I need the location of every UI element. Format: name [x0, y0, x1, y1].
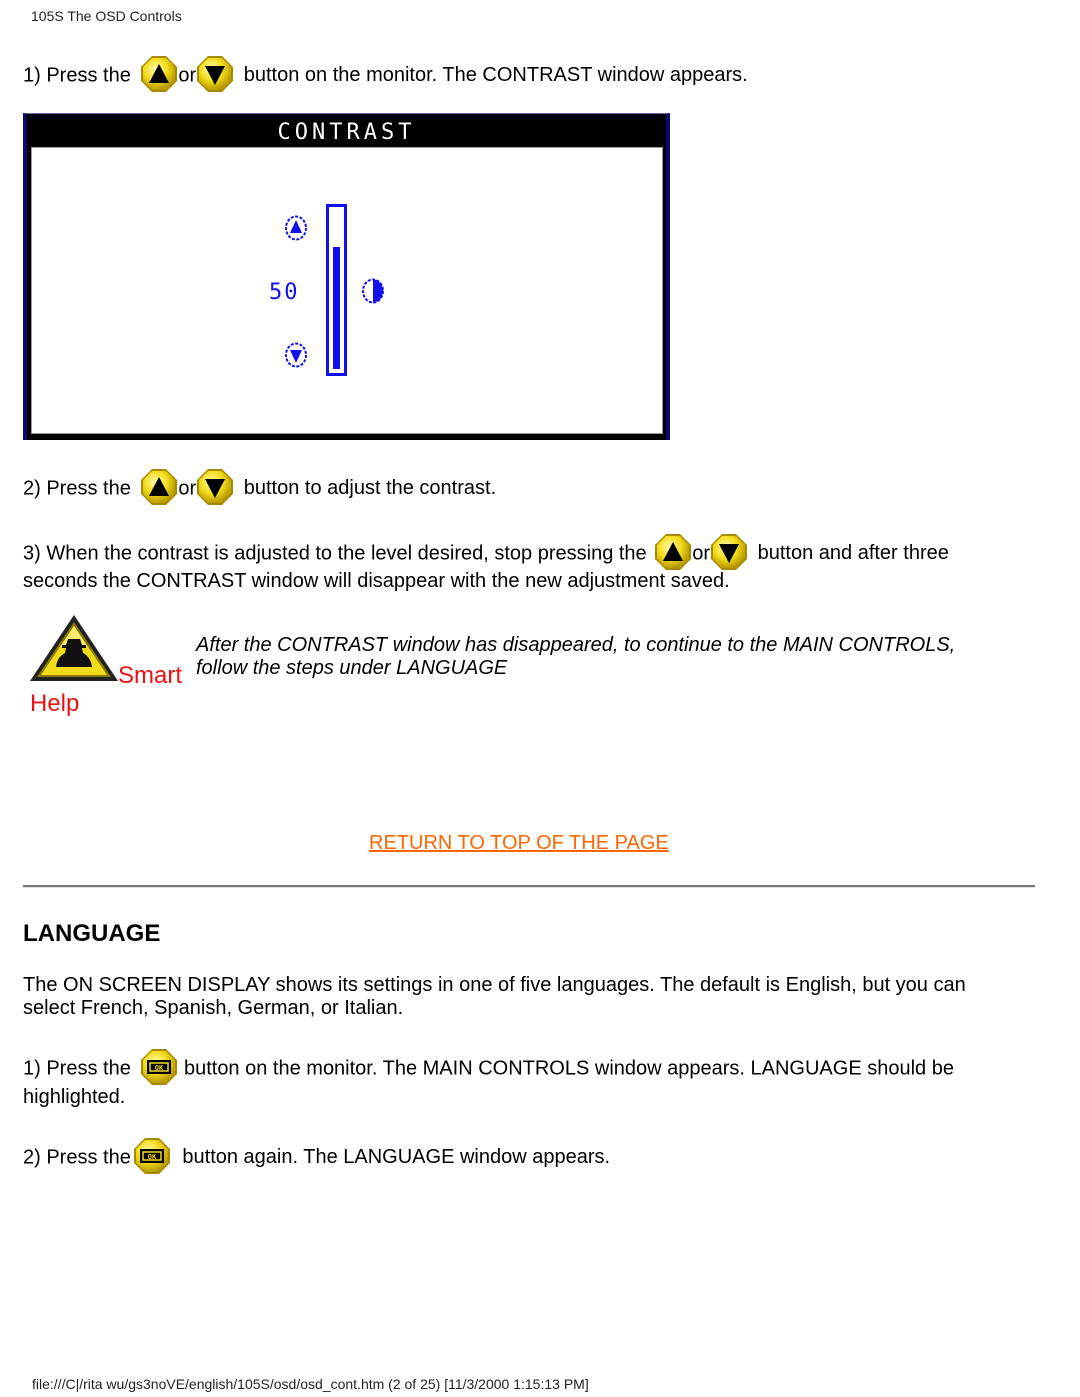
- osd-contrast-value: 50: [269, 280, 300, 305]
- step-text: button on the monitor. The CONTRAST wind…: [243, 64, 748, 87]
- step-text: button again. The LANGUAGE window appear…: [182, 1146, 611, 1169]
- osd-contrast-window: CONTRAST 50: [23, 113, 670, 440]
- page-header-title: 105S The OSD Controls: [31, 8, 182, 24]
- note-line: After the CONTRAST window has disappeare…: [196, 634, 956, 656]
- step-text: 3) When the contrast is adjusted to the …: [23, 542, 647, 565]
- page-footer-path: file:///C|/rita wu/gs3noVE/english/105S/…: [32, 1376, 589, 1392]
- smart-help-label-help: Help: [30, 690, 80, 717]
- up-arrow-button-icon: [140, 468, 178, 506]
- intro-line: select French, Spanish, German, or Itali…: [23, 997, 404, 1019]
- osd-window-title: CONTRAST: [277, 120, 416, 145]
- step-text: 2) Press the: [23, 1146, 131, 1169]
- language-step-2: 2) Press the OK button again. The LANGUA…: [23, 1139, 610, 1177]
- note-line: follow the steps under LANGUAGE: [196, 657, 508, 679]
- osd-button-icon: OK: [140, 1048, 178, 1086]
- step-text: button to adjust the contrast.: [243, 477, 497, 500]
- osd-button-icon: OK: [133, 1137, 171, 1175]
- down-arrow-button-icon: [196, 468, 234, 506]
- osd-window-body: 50: [31, 147, 663, 434]
- half-circle-contrast-icon: [360, 278, 386, 309]
- osd-contrast-slider-fill: [333, 247, 340, 369]
- step-text: 2) Press the: [23, 477, 131, 500]
- osd-up-arrow-icon: [284, 215, 308, 246]
- step-text: button on the monitor. The MAIN CONTROLS…: [183, 1057, 954, 1080]
- osd-down-arrow-icon: [284, 342, 308, 373]
- language-step-1-continued: highlighted.: [23, 1086, 126, 1108]
- contrast-step-2: 2) Press the or button to adjust the con…: [23, 470, 496, 508]
- osd-contrast-slider: [326, 204, 347, 376]
- svg-text:OK: OK: [155, 1064, 164, 1072]
- smart-help-warning-icon: [28, 613, 120, 688]
- contrast-step-3-continued: seconds the CONTRAST window will disappe…: [23, 570, 730, 592]
- step-text: 1) Press the: [23, 64, 131, 87]
- down-arrow-button-icon: [196, 55, 234, 93]
- language-intro: The ON SCREEN DISPLAY shows its settings…: [23, 974, 966, 1020]
- or-text: or: [178, 64, 197, 87]
- return-to-top-link[interactable]: RETURN TO TOP OF THE PAGE: [369, 832, 669, 855]
- or-text: or: [692, 542, 711, 565]
- language-step-1: 1) Press the OK button on the monitor. T…: [23, 1050, 954, 1088]
- section-title-language: LANGUAGE: [23, 920, 161, 947]
- up-arrow-button-icon: [654, 533, 692, 571]
- up-arrow-button-icon: [140, 55, 178, 93]
- or-text: or: [178, 477, 197, 500]
- contrast-step-3: 3) When the contrast is adjusted to the …: [23, 535, 949, 573]
- step-text: 1) Press the: [23, 1057, 131, 1080]
- smart-help-note: After the CONTRAST window has disappeare…: [196, 634, 1016, 680]
- contrast-step-1: 1) Press the or button on the monitor. T…: [23, 57, 748, 95]
- down-arrow-button-icon: [710, 533, 748, 571]
- step-text: button and after three: [757, 542, 949, 565]
- svg-text:OK: OK: [148, 1153, 157, 1161]
- smart-help-label-smart: Smart: [118, 662, 183, 689]
- intro-line: The ON SCREEN DISPLAY shows its settings…: [23, 974, 966, 996]
- section-divider: [23, 885, 1035, 888]
